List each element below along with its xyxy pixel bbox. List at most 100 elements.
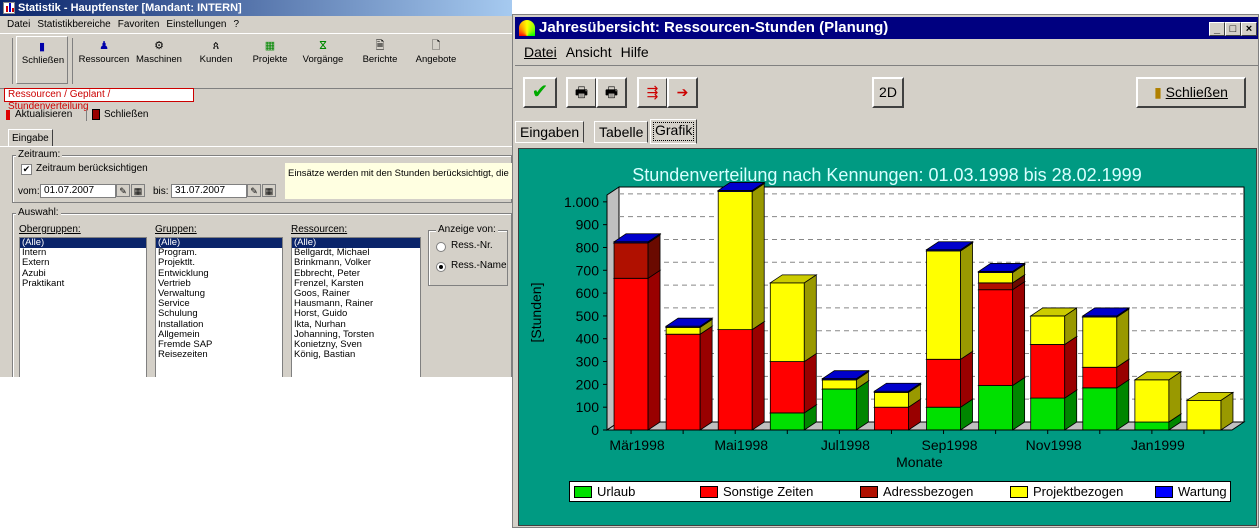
list-item[interactable]: Praktikant: [20, 278, 146, 289]
zeitraum-checkbox[interactable]: ✔: [21, 164, 32, 175]
tab-grafik[interactable]: Grafik: [650, 119, 698, 144]
app-icon: [3, 2, 15, 14]
bar-segment: [926, 250, 961, 360]
legend-label: Sonstige Zeiten: [723, 484, 814, 499]
x-axis-label: Monate: [896, 454, 943, 470]
export-button[interactable]: ⇶: [637, 77, 668, 108]
jahresuebersicht-window: Jahresübersicht: Ressourcen-Stunden (Pla…: [512, 14, 1259, 528]
bar-segment-side: [751, 182, 765, 331]
obergruppen-list[interactable]: (Alle) Intern Extern Azubi Praktikant: [19, 237, 147, 377]
toolbar: ▮ Schließen ♟ Ressourcen ⚙ Maschinen ጰ K…: [0, 33, 512, 89]
pencil-icon[interactable]: ✎: [116, 184, 130, 197]
bar-segment: [874, 406, 909, 431]
menu-favoriten[interactable]: Favoriten: [118, 19, 160, 30]
tasks-icon: ⴵ: [319, 40, 327, 52]
bar-segment: [665, 333, 701, 431]
toolbar-ressourcen-button[interactable]: ♟ Ressourcen: [78, 36, 130, 84]
bar-segment: [978, 289, 1014, 386]
close-window-button[interactable]: ×: [1241, 22, 1257, 36]
bar-segment-side: [960, 242, 973, 361]
project-icon: ▦: [264, 40, 276, 52]
file-arrow-icon: ➔: [676, 84, 689, 100]
to-date-input[interactable]: 31.07.2007: [171, 184, 247, 198]
menu-bar: Datei Ansicht Hilfe: [515, 41, 649, 63]
menu-ansicht[interactable]: Ansicht: [566, 44, 612, 60]
x-tick-label: Jul1998: [821, 437, 870, 453]
toolbar-projekte-button[interactable]: ▦ Projekte: [244, 36, 296, 84]
title-bar: Statistik - Hauptfenster [Mandant: INTER…: [0, 0, 512, 16]
bar-segment: [613, 242, 649, 279]
close-action-button[interactable]: Schließen: [104, 106, 148, 124]
y-tick-label: 300: [576, 354, 600, 370]
bar-segment: [1082, 387, 1118, 431]
calendar-icon[interactable]: ▦: [131, 184, 145, 197]
bar-segment-side: [647, 269, 661, 431]
export-icon: ⇶: [646, 84, 659, 100]
menu-help[interactable]: ?: [233, 19, 239, 30]
rainbow-app-icon: [519, 20, 535, 36]
schliessen-button[interactable]: ▮ Schließen: [1136, 77, 1246, 108]
bar-segment-side: [803, 352, 817, 414]
from-date-input[interactable]: 01.07.2007: [40, 184, 116, 198]
bar-segment: [1030, 397, 1066, 431]
legend-item: Wartung: [1155, 482, 1227, 501]
print-preview-button[interactable]: 🖶: [596, 77, 627, 108]
window-title: Statistik - Hauptfenster [Mandant: INTER…: [18, 2, 242, 14]
printer-icon: 🖶: [604, 84, 619, 100]
ressourcen-list[interactable]: (Alle) Bellgardt, Michael Brinkmann, Volke…: [291, 237, 421, 377]
to-label: bis:: [153, 186, 169, 197]
print-button[interactable]: 🖶: [566, 77, 597, 108]
list-item[interactable]: Reisezeiten: [156, 350, 282, 360]
list-item[interactable]: König, Bastian: [292, 350, 420, 360]
toolbar-berichte-button[interactable]: 🗎 Berichte: [354, 36, 406, 84]
toolbar-angebote-button[interactable]: 🗋 Angebote: [410, 36, 462, 84]
bar-segment: [926, 406, 961, 431]
toolbar-schliessen-button[interactable]: ▮ Schließen: [16, 36, 68, 84]
ok-button[interactable]: ✔: [523, 77, 557, 108]
x-tick-label: Mär1998: [609, 437, 664, 453]
gear-icon: ⚙: [154, 40, 164, 52]
bar-segment-side: [699, 325, 713, 431]
breadcrumb: Ressourcen / Geplant / Stundenverteilung: [4, 88, 194, 112]
menu-bar: Datei Statistikbereiche Favoriten Einstellu…: [0, 17, 512, 33]
y-tick-label: 600: [576, 285, 600, 301]
calendar-icon[interactable]: ▦: [262, 184, 276, 197]
refresh-button[interactable]: Aktualisieren: [15, 106, 72, 124]
tab-eingabe[interactable]: Eingabe: [8, 129, 53, 146]
bar-segment-side: [855, 380, 869, 431]
menu-hilfe[interactable]: Hilfe: [621, 44, 649, 60]
menu-datei[interactable]: Datei: [524, 44, 557, 60]
obergruppen-label: Obergruppen:: [19, 224, 81, 235]
window-title: Jahresübersicht: Ressourcen-Stunden (Pla…: [539, 19, 889, 36]
action-bar: Aktualisieren Schließen: [0, 106, 512, 124]
door-close-icon: [92, 109, 100, 120]
maximize-button[interactable]: □: [1225, 22, 1241, 36]
gruppen-list[interactable]: (Alle) Program. Projektlt. Entwicklung Vertr…: [155, 237, 283, 377]
bar-segment: [769, 361, 805, 414]
menu-datei[interactable]: Datei: [7, 19, 30, 30]
toolbar-kunden-button[interactable]: ጰ Kunden: [190, 36, 242, 84]
menu-einstellungen[interactable]: Einstellungen: [166, 19, 226, 30]
bar-segment: [1134, 379, 1170, 423]
toolbar-vorgaenge-button[interactable]: ⴵ Vorgänge: [297, 36, 349, 84]
tab-eingaben[interactable]: Eingaben: [515, 121, 585, 143]
pencil-icon[interactable]: ✎: [247, 184, 261, 197]
ress-name-radio[interactable]: [436, 262, 446, 272]
toolbar-maschinen-button[interactable]: ⚙ Maschinen: [133, 36, 185, 84]
bar-segment-side: [960, 350, 973, 408]
report-icon: 🗎: [375, 40, 385, 52]
2d-toggle-button[interactable]: 2D: [872, 77, 904, 108]
y-axis-label: [Stunden]: [528, 283, 544, 343]
bar-segment: [926, 358, 961, 408]
legend-swatch: [860, 485, 878, 498]
menu-statistikbereiche[interactable]: Statistikbereiche: [37, 19, 110, 30]
minimize-button[interactable]: _: [1209, 22, 1225, 36]
export-file-button[interactable]: ➔: [667, 77, 698, 108]
zeitraum-checkbox-label: Zeitraum berücksichtigen: [36, 163, 148, 174]
ress-nr-radio[interactable]: [436, 242, 446, 252]
bar-segment-side: [751, 320, 765, 431]
legend-swatch: [700, 485, 718, 498]
legend-label: Projektbezogen: [1033, 484, 1124, 499]
tab-tabelle[interactable]: Tabelle: [594, 121, 649, 143]
chart-area: Stundenverteilung nach Kennungen: 01.03.…: [518, 148, 1257, 526]
